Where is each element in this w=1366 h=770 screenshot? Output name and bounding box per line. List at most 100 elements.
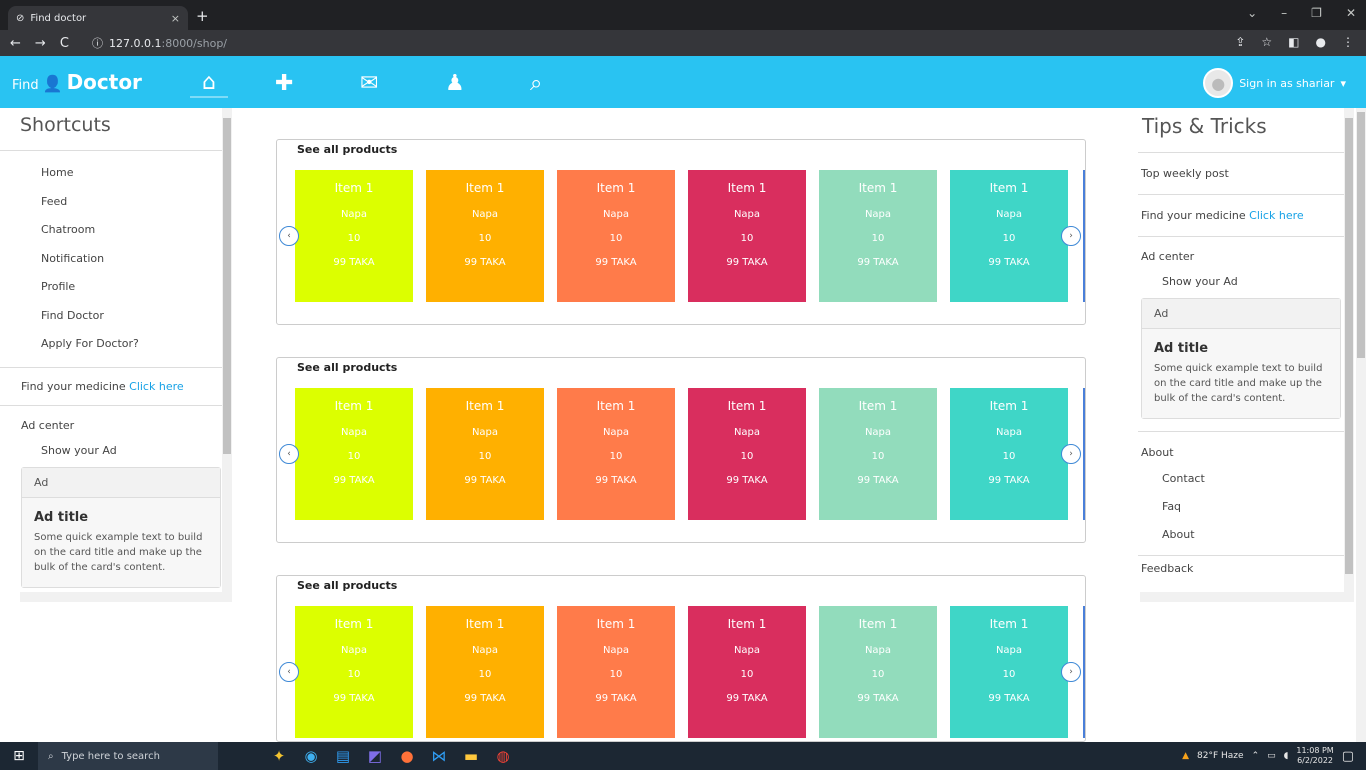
find-medicine-link-right[interactable]: Click here [1249, 209, 1304, 222]
product-drug: Napa [340, 209, 368, 220]
browser-tab[interactable]: ⊘ Find doctor × [8, 6, 188, 30]
page-scroll-thumb[interactable] [1357, 112, 1365, 358]
product-card[interactable]: Item 1 Napa 10 99 TAKA [819, 388, 937, 520]
sidebar-item-apply-doctor[interactable]: Apply For Doctor? [0, 330, 232, 359]
firefox-icon[interactable]: ● [398, 747, 416, 765]
product-qty: 10 [1002, 669, 1016, 680]
right-sidebar-hscrollbar[interactable] [1140, 592, 1354, 602]
product-card[interactable]: Item 1 Napa 10 99 TAKA [295, 170, 413, 302]
bookmark-star-icon[interactable]: ☆ [1261, 35, 1272, 49]
tab-close-icon[interactable]: × [171, 12, 180, 25]
product-card[interactable]: Item 1 Napa 10 99 TAKA [819, 606, 937, 738]
back-icon[interactable]: ← [10, 36, 21, 51]
forward-icon[interactable]: → [35, 36, 46, 51]
product-card[interactable]: Item 1 Napa 10 99 TAKA [688, 606, 806, 738]
tray-chevron-icon[interactable]: ⌃ [1252, 751, 1260, 761]
menu-dots-icon[interactable]: ⋮ [1342, 35, 1354, 49]
right-scroll-thumb[interactable] [1345, 118, 1353, 574]
sidebar-item-notification[interactable]: Notification [0, 245, 232, 274]
search-icon[interactable]: ⌕ [530, 68, 615, 98]
left-sidebar-scrollbar[interactable] [222, 108, 232, 592]
product-card[interactable]: Item 1 Napa 10 99 TAKA [557, 170, 675, 302]
sidebar-item-feed[interactable]: Feed [0, 188, 232, 217]
product-card[interactable]: Item 1 Napa 10 99 TAKA [557, 388, 675, 520]
sidebar-item-chatroom[interactable]: Chatroom [0, 216, 232, 245]
product-card[interactable]: Item 1 Napa 10 99 TAKA [950, 606, 1068, 738]
product-card[interactable]: Item 1 Napa 10 99 TAKA [688, 170, 806, 302]
about-item-about[interactable]: About [1138, 521, 1354, 549]
chrome-icon[interactable]: ◍ [494, 747, 512, 765]
about-item-contact[interactable]: Contact [1138, 465, 1354, 493]
sidebar-item-find-doctor[interactable]: Find Doctor [0, 302, 232, 331]
envelope-icon[interactable]: ✉ [360, 68, 445, 98]
url-field[interactable]: ⓘ 127.0.0.1:8000/shop/ [92, 35, 227, 51]
product-qty: 10 [609, 233, 623, 244]
tab-search-icon[interactable]: ⌄ [1247, 6, 1257, 20]
share-icon[interactable]: ⇪ [1235, 35, 1245, 49]
carousel-next-button[interactable]: › [1061, 226, 1081, 246]
carousel-next-button[interactable]: › [1061, 662, 1081, 682]
find-medicine-link[interactable]: Click here [129, 380, 184, 393]
product-card[interactable]: Item 1 Napa 10 99 TAKA [426, 170, 544, 302]
left-scroll-thumb[interactable] [223, 118, 231, 454]
vscode-icon[interactable]: ⋈ [430, 747, 448, 765]
right-sidebar-scrollbar[interactable] [1344, 108, 1354, 592]
signin-menu[interactable]: ● Sign in as shariar ▾ [1203, 68, 1346, 98]
product-qty: 10 [740, 669, 754, 680]
product-card[interactable]: Item 1 Napa 10 99 TAKA [557, 606, 675, 738]
taskbar-search[interactable]: ⌕ Type here to search [38, 742, 218, 770]
show-ad-link-right[interactable]: Show your Ad [1138, 269, 1354, 298]
app-icon[interactable]: ◩ [366, 747, 384, 765]
product-price: 99 TAKA [726, 257, 768, 268]
about-item-faq[interactable]: Faq [1138, 493, 1354, 521]
left-sidebar-hscrollbar[interactable] [20, 592, 232, 602]
restore-button[interactable]: ❐ [1311, 6, 1322, 20]
clock[interactable]: 11:08 PM 6/2/2022 [1296, 746, 1333, 766]
sidebar-item-home[interactable]: Home [0, 159, 232, 188]
medkit-icon[interactable]: ✚ [275, 68, 360, 98]
see-all-products-link[interactable]: See all products [277, 140, 1085, 170]
minimize-button[interactable]: – [1281, 6, 1287, 20]
product-card[interactable]: Item 1 Napa 10 99 TAKA [688, 388, 806, 520]
carousel-prev-button[interactable]: ‹ [279, 226, 299, 246]
notification-icon[interactable]: ▢ [1342, 749, 1354, 764]
sidepanel-icon[interactable]: ◧ [1288, 35, 1299, 49]
info-icon[interactable]: ⓘ [92, 35, 103, 51]
volume-icon[interactable]: ◖ [1284, 751, 1289, 761]
file-explorer-icon[interactable]: ▬ [462, 747, 480, 765]
product-name: Item 1 [334, 399, 374, 413]
doctor-icon[interactable]: ♟ [445, 68, 530, 98]
top-weekly-link[interactable]: Top weekly post [1138, 153, 1354, 195]
home-icon[interactable]: ⌂ [190, 68, 228, 98]
brand-logo[interactable]: Find 👤 Doctor [12, 70, 142, 94]
carousel-prev-button[interactable]: ‹ [279, 662, 299, 682]
product-card[interactable]: Item 1 Napa 10 99 TAKA [295, 388, 413, 520]
page-scrollbar[interactable] [1356, 108, 1366, 742]
product-card[interactable]: Item 1 Napa 10 99 TAKA [426, 606, 544, 738]
reload-icon[interactable]: C [60, 36, 69, 51]
close-window-button[interactable]: ✕ [1346, 6, 1356, 20]
ad-center-label-right: Ad center [1141, 250, 1195, 263]
carousel-next-button[interactable]: › [1061, 444, 1081, 464]
edge-icon[interactable]: ◉ [302, 747, 320, 765]
mail-icon[interactable]: ▤ [334, 747, 352, 765]
windows-start-icon[interactable]: ⊞ [0, 748, 38, 764]
carousel-prev-button[interactable]: ‹ [279, 444, 299, 464]
product-card[interactable]: Item 1 Napa 10 99 TAKA [426, 388, 544, 520]
product-card[interactable]: Item 1 Napa 10 99 TAKA [950, 170, 1068, 302]
weather-text[interactable]: 82°F Haze [1197, 751, 1244, 761]
product-card[interactable]: Item 1 Napa 10 99 TAKA [295, 606, 413, 738]
show-ad-link[interactable]: Show your Ad [0, 438, 232, 467]
feedback-link[interactable]: Feedback [1138, 555, 1354, 575]
network-icon[interactable]: ▭ [1267, 751, 1276, 761]
widgets-icon[interactable]: ✦ [270, 747, 288, 765]
product-card[interactable]: Item 1 Napa 10 99 TAKA [819, 170, 937, 302]
see-all-products-link[interactable]: See all products [277, 358, 1085, 388]
see-all-products-link[interactable]: See all products [277, 576, 1085, 606]
right-sidebar: Tips & Tricks Top weekly post Find your … [1138, 108, 1354, 602]
product-card[interactable]: Item 1 Napa 10 99 TAKA [950, 388, 1068, 520]
new-tab-button[interactable]: + [196, 7, 209, 25]
find-medicine-row: Find your medicine Click here [0, 368, 232, 406]
profile-icon[interactable]: ● [1316, 35, 1326, 49]
sidebar-item-profile[interactable]: Profile [0, 273, 232, 302]
